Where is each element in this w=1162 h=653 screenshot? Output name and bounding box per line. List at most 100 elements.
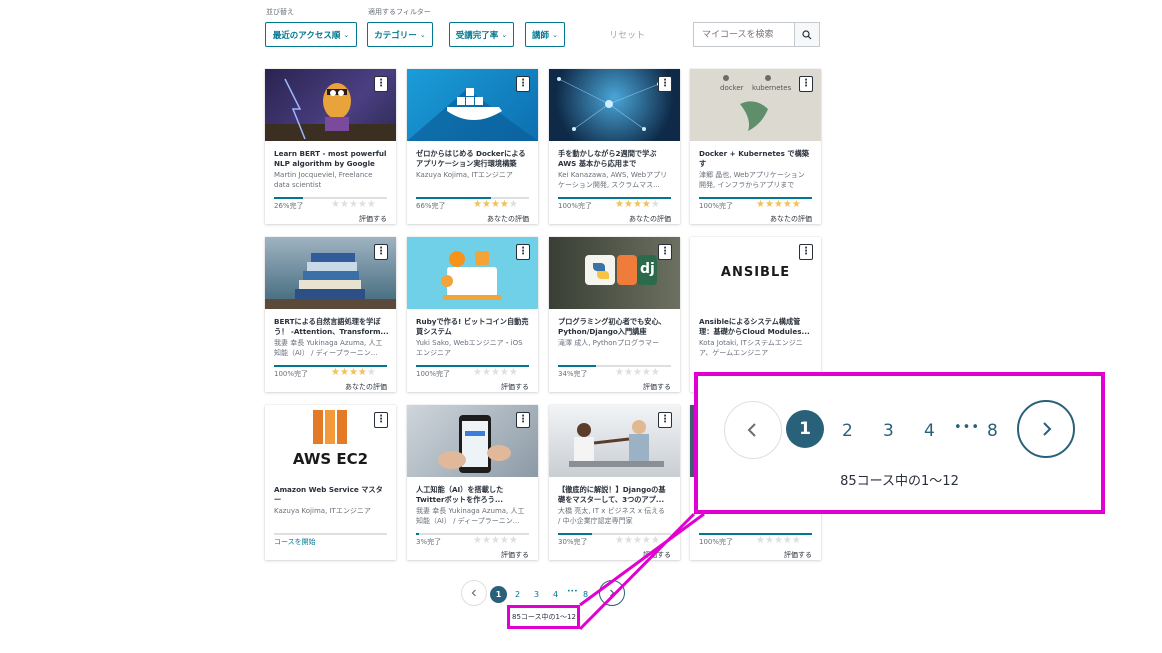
rating-label[interactable]: 評価する (501, 382, 529, 392)
rating-stars[interactable]: ★★★★★ (331, 368, 376, 378)
course-card[interactable]: ⋮ Learn BERT - most powerful NLP algorit… (265, 69, 396, 224)
star-icon[interactable]: ★ (331, 367, 340, 378)
course-card[interactable]: ⋮ ゼロからはじめる Dockerによる アプリケーション実行環境構築 Kazu… (407, 69, 538, 224)
course-card[interactable]: ⋮ BERTによる自然言語処理を学ぼ う！ -Attention、Transfo… (265, 237, 396, 392)
rating-label[interactable]: 評価する (784, 550, 812, 560)
star-icon[interactable]: ★ (331, 199, 340, 210)
course-card[interactable]: dj ⋮ プログラミング初心者でも安心、 Python/Django入門講座 滝… (549, 237, 680, 392)
star-icon[interactable]: ★ (765, 199, 774, 210)
star-icon[interactable]: ★ (651, 367, 660, 378)
star-icon[interactable]: ★ (349, 367, 358, 378)
zoom-page-2-button[interactable]: 2 (842, 421, 853, 441)
star-icon[interactable]: ★ (651, 535, 660, 546)
search-button[interactable] (795, 22, 820, 47)
course-title[interactable]: プログラミング初心者でも安心、 Python/Django入門講座 (558, 317, 673, 336)
rating-label[interactable]: あなたの評価 (770, 214, 812, 224)
course-card[interactable]: ANSIBLE ⋮ Ansibleによるシステム構成管 理：基礎からCloud … (690, 237, 821, 392)
course-card[interactable]: ⋮ 人工知能（AI）を搭載した Twitterボットを作ろう... 我妻 幸長 … (407, 405, 538, 560)
star-icon[interactable]: ★ (500, 367, 509, 378)
rating-stars[interactable]: ★★★★★ (473, 200, 518, 210)
page-8-button[interactable]: 8 (583, 590, 588, 599)
zoom-page-1-button[interactable]: 1 (786, 410, 824, 448)
card-menu-button[interactable]: ⋮ (516, 244, 530, 260)
progress-dropdown[interactable]: 受講完了率 ⌄ (449, 22, 514, 47)
star-icon[interactable]: ★ (473, 535, 482, 546)
star-icon[interactable]: ★ (482, 535, 491, 546)
course-title[interactable]: Rubyで作る! ビットコイン自動売 買システム (416, 317, 531, 336)
card-menu-button[interactable]: ⋮ (516, 412, 530, 428)
star-icon[interactable]: ★ (633, 367, 642, 378)
course-title[interactable]: 手を動かしながら2週間で学ぶ AWS 基本から応用まで (558, 149, 673, 168)
star-icon[interactable]: ★ (615, 535, 624, 546)
star-icon[interactable]: ★ (624, 535, 633, 546)
rating-stars[interactable]: ★★★★★ (756, 536, 801, 546)
star-icon[interactable]: ★ (340, 199, 349, 210)
star-icon[interactable]: ★ (367, 367, 376, 378)
star-icon[interactable]: ★ (358, 367, 367, 378)
course-card[interactable]: ⋮ 手を動かしながら2週間で学ぶ AWS 基本から応用まで Kei Kanaza… (549, 69, 680, 224)
star-icon[interactable]: ★ (491, 367, 500, 378)
course-card[interactable]: ⋮ 【徹底的に解説！】Djangoの基 礎をマスターして、3つのアプ... 大橋… (549, 405, 680, 560)
card-menu-button[interactable]: ⋮ (799, 244, 813, 260)
course-search-input[interactable] (693, 22, 795, 47)
course-title[interactable]: Docker + Kubernetes で構築す る Webアプリケーション 実… (699, 149, 814, 168)
card-menu-button[interactable]: ⋮ (374, 244, 388, 260)
zoom-page-3-button[interactable]: 3 (883, 421, 894, 441)
card-menu-button[interactable]: ⋮ (374, 76, 388, 92)
star-icon[interactable]: ★ (756, 199, 765, 210)
course-title[interactable]: Amazon Web Service マスター コース EC2編 (274, 485, 389, 504)
next-page-button[interactable] (599, 580, 625, 606)
rating-label[interactable]: あなたの評価 (345, 382, 387, 392)
prev-page-button[interactable] (461, 580, 487, 606)
star-icon[interactable]: ★ (615, 199, 624, 210)
star-icon[interactable]: ★ (783, 199, 792, 210)
star-icon[interactable]: ★ (756, 535, 765, 546)
star-icon[interactable]: ★ (624, 199, 633, 210)
card-menu-button[interactable]: ⋮ (658, 76, 672, 92)
rating-stars[interactable]: ★★★★★ (615, 368, 660, 378)
course-title[interactable]: 人工知能（AI）を搭載した Twitterボットを作ろう... (416, 485, 531, 504)
rating-label[interactable]: あなたの評価 (487, 214, 529, 224)
star-icon[interactable]: ★ (774, 199, 783, 210)
card-menu-button[interactable]: ⋮ (658, 244, 672, 260)
star-icon[interactable]: ★ (482, 199, 491, 210)
star-icon[interactable]: ★ (642, 199, 651, 210)
rating-label[interactable]: 評価する (359, 214, 387, 224)
rating-label[interactable]: 評価する (643, 550, 671, 560)
page-1-button[interactable]: 1 (490, 586, 507, 603)
course-title[interactable]: BERTによる自然言語処理を学ぼ う！ -Attention、Transform… (274, 317, 389, 336)
star-icon[interactable]: ★ (642, 367, 651, 378)
zoom-next-page-button[interactable] (1017, 400, 1075, 458)
rating-label[interactable]: あなたの評価 (629, 214, 671, 224)
zoom-page-8-button[interactable]: 8 (987, 421, 998, 441)
instructor-dropdown[interactable]: 講師 ⌄ (525, 22, 565, 47)
star-icon[interactable]: ★ (792, 535, 801, 546)
course-card[interactable]: AWS EC2 ⋮ Amazon Web Service マスター コース EC… (265, 405, 396, 560)
star-icon[interactable]: ★ (774, 535, 783, 546)
rating-stars[interactable]: ★★★★★ (615, 536, 660, 546)
star-icon[interactable]: ★ (491, 535, 500, 546)
zoom-page-4-button[interactable]: 4 (924, 421, 935, 441)
star-icon[interactable]: ★ (509, 535, 518, 546)
star-icon[interactable]: ★ (473, 199, 482, 210)
star-icon[interactable]: ★ (792, 199, 801, 210)
page-2-button[interactable]: 2 (515, 590, 520, 599)
star-icon[interactable]: ★ (482, 367, 491, 378)
zoom-prev-page-button[interactable] (724, 401, 782, 459)
star-icon[interactable]: ★ (358, 199, 367, 210)
reset-button[interactable]: リセット (609, 28, 645, 41)
star-icon[interactable]: ★ (509, 367, 518, 378)
rating-stars[interactable]: ★★★★★ (331, 200, 376, 210)
rating-label[interactable]: 評価する (501, 550, 529, 560)
rating-stars[interactable]: ★★★★★ (473, 368, 518, 378)
star-icon[interactable]: ★ (615, 367, 624, 378)
category-dropdown[interactable]: カテゴリー ⌄ (367, 22, 433, 47)
rating-label[interactable]: 評価する (643, 382, 671, 392)
star-icon[interactable]: ★ (651, 199, 660, 210)
course-title[interactable]: 【徹底的に解説！】Djangoの基 礎をマスターして、3つのアプ... (558, 485, 673, 504)
card-menu-button[interactable]: ⋮ (658, 412, 672, 428)
course-title[interactable]: Ansibleによるシステム構成管 理：基礎からCloud Modules... (699, 317, 814, 336)
star-icon[interactable]: ★ (340, 367, 349, 378)
star-icon[interactable]: ★ (473, 367, 482, 378)
star-icon[interactable]: ★ (783, 535, 792, 546)
